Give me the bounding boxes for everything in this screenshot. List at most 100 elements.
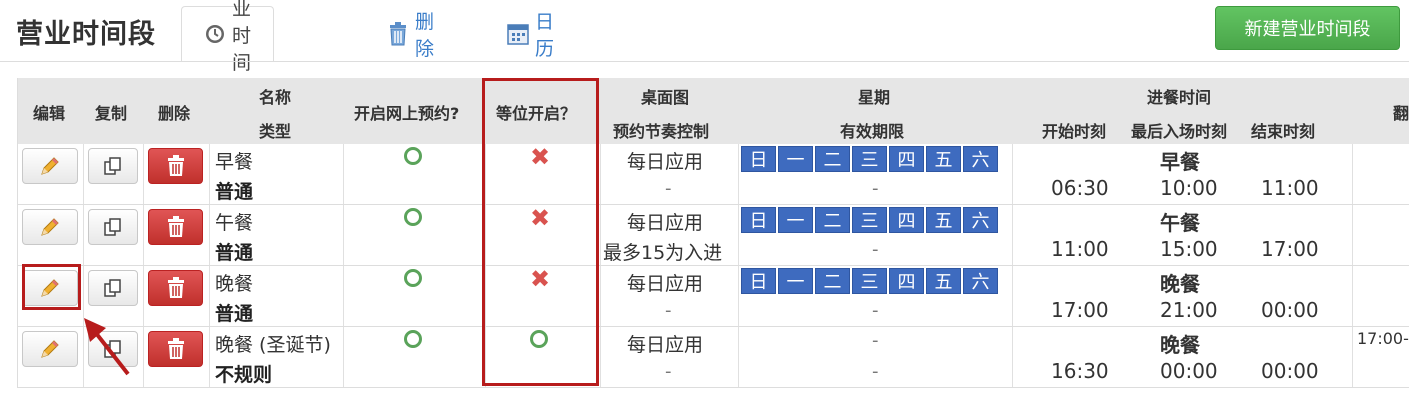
weekday-badge: 一 (778, 146, 813, 172)
row-type: 普通 (215, 303, 254, 325)
weekday-badges: 日一二三四五六 (741, 146, 998, 172)
col-copy: 复制 (95, 104, 128, 123)
weekday-badge: 日 (741, 207, 776, 233)
weekday-badge: 三 (852, 146, 887, 172)
start-time: 17:00 (1051, 298, 1109, 322)
meal-label: 晚餐 (1160, 272, 1200, 296)
col-start-time: 开始时刻 (1042, 122, 1107, 141)
calendar-icon (507, 23, 529, 45)
table-map-value: 每日应用 (627, 151, 704, 173)
trash-icon (166, 216, 186, 238)
end-time: 17:00 (1261, 237, 1319, 261)
weekday-badge: 五 (926, 146, 961, 172)
col-validity: 有效期限 (840, 122, 905, 141)
copy-button[interactable] (88, 270, 138, 306)
copy-icon (103, 278, 123, 298)
weekday-badges: 日一二三四五六 (741, 268, 998, 294)
cut-off-value: 17:00- (1357, 329, 1409, 348)
tab-delete[interactable]: 删除 (387, 6, 434, 62)
last-entry-time: 10:00 (1160, 176, 1218, 200)
pacing-value: 最多15为入进 (603, 242, 723, 264)
waitlist-column-highlight (482, 78, 599, 386)
tab-calendar[interactable]: 日历 (507, 6, 554, 62)
validity-value: - (872, 178, 879, 199)
new-business-hours-button[interactable]: 新建营业时间段 (1215, 6, 1400, 50)
edit-button[interactable] (22, 209, 78, 245)
delete-button[interactable] (148, 331, 203, 367)
annotation-arrow-icon (84, 318, 130, 376)
meal-label: 早餐 (1160, 150, 1200, 174)
weekday-badge: 日 (741, 146, 776, 172)
weekday-badge: 六 (963, 146, 998, 172)
copy-button[interactable] (88, 209, 138, 245)
col-online-booking: 开启网上预约? (354, 104, 460, 123)
weekday-badge: 二 (815, 207, 850, 233)
header-divider (0, 61, 1409, 62)
col-last-entry: 最后入场时刻 (1131, 122, 1228, 141)
weekday-badge: 四 (889, 268, 924, 294)
check-circle-icon (404, 208, 422, 226)
col-type: 类型 (259, 122, 292, 141)
delete-button[interactable] (148, 270, 203, 306)
weekday-badge: 五 (926, 207, 961, 233)
table-row: 早餐 普通 ✖ 每日应用 - 日一二三四五六 - 早餐 06:30 10:00 11:00 (17, 144, 1409, 205)
trash-icon (387, 22, 409, 46)
last-entry-time: 00:00 (1160, 359, 1218, 383)
start-time: 11:00 (1051, 237, 1109, 261)
edit-button[interactable] (22, 331, 78, 367)
pacing-value: - (665, 300, 672, 321)
pencil-icon (39, 338, 61, 360)
meal-label: 午餐 (1160, 211, 1200, 235)
row-type: 不规则 (215, 364, 273, 386)
copy-button[interactable] (88, 148, 138, 184)
trash-icon (166, 155, 186, 177)
end-time: 00:00 (1261, 298, 1319, 322)
delete-button[interactable] (148, 209, 203, 245)
start-time: 16:30 (1051, 359, 1109, 383)
tab-business-hours[interactable]: 营业时间段 (181, 0, 275, 101)
weekday-badge: 二 (815, 146, 850, 172)
validity-value: - (872, 300, 879, 321)
edit-button[interactable] (22, 148, 78, 184)
col-name: 名称 (259, 88, 292, 107)
weekday-badge: 二 (815, 268, 850, 294)
row-type: 普通 (215, 242, 254, 264)
table-map-value: 每日应用 (627, 273, 704, 295)
clock-icon (204, 23, 226, 45)
pacing-value: - (665, 178, 672, 199)
page-title: 营业时间段 (16, 19, 156, 50)
last-entry-time: 21:00 (1160, 298, 1218, 322)
row-name: 晚餐 (215, 273, 254, 295)
end-time: 11:00 (1261, 176, 1319, 200)
trash-icon (166, 338, 186, 360)
weekday-badge: 一 (778, 207, 813, 233)
row-name: 午餐 (215, 212, 254, 234)
pencil-icon (39, 155, 61, 177)
col-end-time: 结束时刻 (1251, 122, 1316, 141)
table-map-value: 每日应用 (627, 212, 704, 234)
check-circle-icon (404, 330, 422, 348)
check-circle-icon (404, 269, 422, 287)
last-entry-time: 15:00 (1160, 237, 1218, 261)
col-week: 星期 (858, 88, 891, 107)
weekday-badge: 六 (963, 207, 998, 233)
col-pacing: 预约节奏控制 (613, 122, 710, 141)
start-time: 06:30 (1051, 176, 1109, 200)
weekday-badge: 六 (963, 268, 998, 294)
weekday-badge: 四 (889, 207, 924, 233)
weekday-badge: 日 (741, 268, 776, 294)
pencil-icon (39, 216, 61, 238)
delete-button[interactable] (148, 148, 203, 184)
table-row: 晚餐 普通 ✖ 每日应用 - 日一二三四五六 - 晚餐 17:00 21:00 00:00 (17, 266, 1409, 327)
pacing-value: - (665, 361, 672, 382)
validity-value: - (872, 239, 879, 260)
end-time: 00:00 (1261, 359, 1319, 383)
week-value: - (872, 330, 879, 351)
tab-label: 日历 (535, 11, 555, 60)
col-dining-time: 进餐时间 (1147, 88, 1212, 107)
edit-button-highlight (22, 264, 81, 310)
copy-icon (103, 156, 123, 176)
table-map-value: 每日应用 (627, 334, 704, 356)
row-type: 普通 (215, 181, 254, 203)
table-row: 午餐 普通 ✖ 每日应用 最多15为入进日一二三四五六 - 午餐 11:00 15:00 17:0… (17, 205, 1409, 266)
